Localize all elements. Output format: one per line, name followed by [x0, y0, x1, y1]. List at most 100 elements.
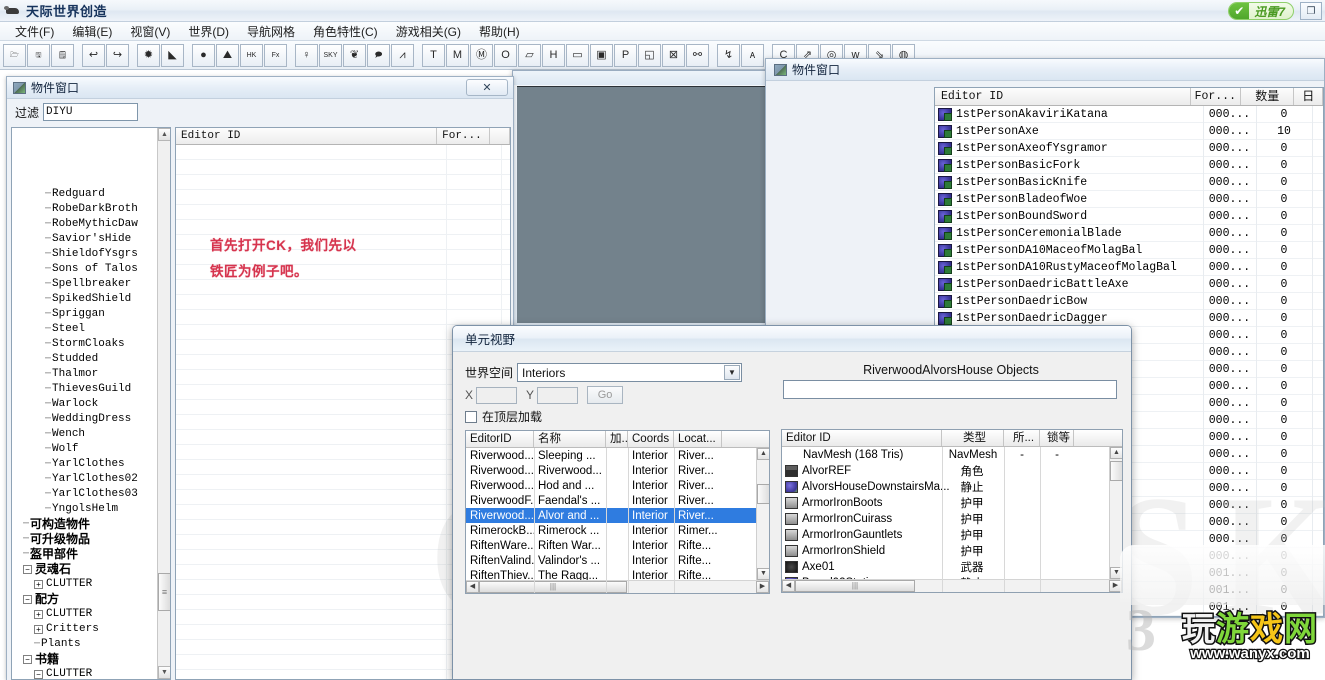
cell-list-vertical-scrollbar[interactable]: ▲ ▼: [756, 448, 769, 580]
cell-row[interactable]: Riverwood... Riverwood... Interior River...: [466, 463, 756, 478]
cell-row[interactable]: RiftenThiev... The Ragg... Interior Rifte..…: [466, 568, 756, 581]
cube-small-icon[interactable]: ▱: [518, 43, 541, 67]
cell-row[interactable]: RiftenValind... Valindor's ... Interior Rif…: [466, 553, 756, 568]
tree-item[interactable]: ⋯ Steel: [12, 322, 170, 337]
table-row[interactable]: 1stPersonBasicFork 000... 0: [935, 157, 1323, 174]
obj-hscroll-left-icon[interactable]: ◀: [782, 580, 795, 592]
collapse-icon[interactable]: −: [23, 595, 32, 604]
list-column-header[interactable]: [490, 128, 510, 144]
tree-item[interactable]: ⋯ Thalmor: [12, 367, 170, 382]
cell-row[interactable]: Riverwood... Hod and ... Interior River...: [466, 478, 756, 493]
tree-item[interactable]: ⋯ WeddingDress: [12, 412, 170, 427]
cell-object-row[interactable]: ArmorIronShield 护甲: [782, 543, 1109, 559]
table-row[interactable]: 1stPersonBasicKnife 000... 0: [935, 174, 1323, 191]
cell-column-header[interactable]: Coords: [628, 431, 674, 447]
tree-item[interactable]: ⋯ SpikedShield: [12, 292, 170, 307]
tree-scroll-thumb[interactable]: [158, 573, 170, 611]
snap-h-icon[interactable]: H: [542, 43, 565, 67]
chevron-down-icon[interactable]: ▼: [724, 365, 740, 380]
list-row-empty[interactable]: [176, 205, 510, 220]
cell-row[interactable]: RiftenWare... Riften War... Interior Rifte.…: [466, 538, 756, 553]
category-tree-pane[interactable]: ⋯ Redguard ⋯ RobeDarkBroth ⋯ RobeMythicDaw ⋯ Sa…: [11, 127, 171, 680]
tree-item[interactable]: ⋯ YarlClothes03: [12, 487, 170, 502]
tree-vertical-scrollbar[interactable]: ▲ ▼: [157, 128, 170, 679]
obj-scroll-up-icon[interactable]: ▲: [1110, 447, 1122, 459]
load-top-layer-row[interactable]: 在顶层加载: [465, 408, 770, 425]
expand-icon[interactable]: +: [34, 625, 43, 634]
cell-object-row[interactable]: Axe01 武器: [782, 559, 1109, 575]
cell-hscroll-thumb[interactable]: |||: [479, 581, 627, 593]
cell-object-column-header[interactable]: 锁等: [1040, 430, 1074, 446]
close-icon[interactable]: ✕: [466, 79, 508, 96]
tree-item[interactable]: ⋯ Redguard: [12, 187, 170, 202]
object-column-header[interactable]: 数量: [1241, 88, 1295, 105]
category-tree[interactable]: ⋯ Redguard ⋯ RobeDarkBroth ⋯ RobeMythicDaw ⋯ Sa…: [12, 128, 170, 679]
cell-hscroll-left-icon[interactable]: ◀: [466, 581, 479, 593]
tree-item[interactable]: + CLUTTER: [12, 607, 170, 622]
table-row[interactable]: 1stPersonBoundSword 000... 0: [935, 208, 1323, 225]
cell-hscroll-right-icon[interactable]: ▶: [756, 581, 769, 593]
obj-scroll-down-icon[interactable]: ▼: [1110, 567, 1122, 579]
grass-icon[interactable]: ❦: [343, 43, 366, 67]
tree-item[interactable]: + CLUTTER: [12, 577, 170, 592]
cell-objects-filter-input[interactable]: [783, 380, 1117, 399]
cell-objects-vertical-scrollbar[interactable]: ▲ ▼: [1109, 447, 1122, 579]
y-input[interactable]: [537, 386, 579, 404]
tree-item[interactable]: ⋯ Wolf: [12, 442, 170, 457]
render-window-icon[interactable]: ✹: [137, 43, 160, 67]
tree-item[interactable]: + Critters: [12, 622, 170, 637]
object-column-header[interactable]: Editor ID: [935, 88, 1191, 105]
tree-item[interactable]: ⋯ ShieldofYsgrs: [12, 247, 170, 262]
cell-scroll-down-icon[interactable]: ▼: [757, 568, 769, 580]
box-square-icon[interactable]: ▣: [590, 43, 613, 67]
cell-objects-horizontal-scrollbar[interactable]: ◀ ||| ▶: [782, 579, 1122, 592]
menu-item-3[interactable]: 世界(D): [179, 21, 238, 42]
menu-item-7[interactable]: 帮助(H): [470, 21, 529, 42]
tree-item[interactable]: ⋯ Spellbreaker: [12, 277, 170, 292]
obj-hscroll-right-icon[interactable]: ▶: [1109, 580, 1122, 592]
collapse-icon[interactable]: −: [34, 670, 43, 679]
box-a-icon[interactable]: ᴀ: [741, 43, 764, 67]
tree-scroll-down-icon[interactable]: ▼: [158, 666, 170, 679]
portal-p-icon[interactable]: P: [614, 43, 637, 67]
list-row-empty[interactable]: [176, 175, 510, 190]
table-row[interactable]: 1stPersonDaedricBow 000... 0: [935, 293, 1323, 310]
cell-view-dialog[interactable]: 单元视野 世界空间 Interiors ▼ X Y Go 在顶层加载 Edito…: [452, 325, 1132, 680]
tree-item[interactable]: − CLUTTER: [12, 667, 170, 679]
menu-item-1[interactable]: 编辑(E): [63, 21, 121, 42]
tree-item[interactable]: ⋯ RobeMythicDaw: [12, 217, 170, 232]
cell-list-horizontal-scrollbar[interactable]: ◀ ||| ▶: [466, 580, 769, 593]
box-3d-icon[interactable]: ▭: [566, 43, 589, 67]
cell-scroll-up-icon[interactable]: ▲: [757, 448, 769, 460]
open-folder-icon[interactable]: 🗁: [3, 43, 26, 67]
cell-row[interactable]: RiverwoodF... Faendal's ... Interior River.…: [466, 493, 756, 508]
tree-scroll-up-icon[interactable]: ▲: [158, 128, 170, 141]
havok-icon[interactable]: HK: [240, 43, 263, 67]
preview-icon[interactable]: ◣: [161, 43, 184, 67]
list-column-header[interactable]: For...: [437, 128, 491, 144]
cell-row[interactable]: RimerockB... Rimerock ... Interior Rimer...: [466, 523, 756, 538]
x-input[interactable]: [476, 386, 518, 404]
cube-m-icon[interactable]: M: [446, 43, 469, 67]
tree-item[interactable]: ⋯ YarlClothes02: [12, 472, 170, 487]
cell-object-row[interactable]: NavMesh (168 Tris) NavMesh - -: [782, 447, 1109, 463]
expand-icon[interactable]: +: [34, 580, 43, 589]
undo-icon[interactable]: ↩: [82, 43, 105, 67]
list-row-empty[interactable]: [176, 310, 510, 325]
list-row-empty[interactable]: [176, 190, 510, 205]
landscape-icon[interactable]: ⛰: [216, 43, 239, 67]
cell-row[interactable]: Riverwood... Alvor and ... Interior River..…: [466, 508, 756, 523]
box-o-icon[interactable]: O: [494, 43, 517, 67]
collapse-icon[interactable]: −: [23, 655, 32, 664]
tree-item[interactable]: − 灵魂石: [12, 562, 170, 577]
box-corner-icon[interactable]: ◱: [638, 43, 661, 67]
table-row[interactable]: 1stPersonDA10MaceofMolagBal 000... 0: [935, 242, 1323, 259]
table-row[interactable]: 1stPersonBladeofWoe 000... 0: [935, 191, 1323, 208]
worldspace-select[interactable]: Interiors ▼: [517, 363, 742, 382]
cell-column-header[interactable]: Locat...: [674, 431, 722, 447]
tree-item[interactable]: − 书籍: [12, 652, 170, 667]
object-column-header[interactable]: 日: [1294, 88, 1323, 105]
tree-item[interactable]: ⋯ Warlock: [12, 397, 170, 412]
object-window-primary[interactable]: 物件窗口 ✕ 过滤 DIYU ⋯ Redguard ⋯ RobeDarkBroth ⋯ R…: [6, 76, 514, 680]
table-row[interactable]: 1stPersonAxe 000... 10: [935, 123, 1323, 140]
